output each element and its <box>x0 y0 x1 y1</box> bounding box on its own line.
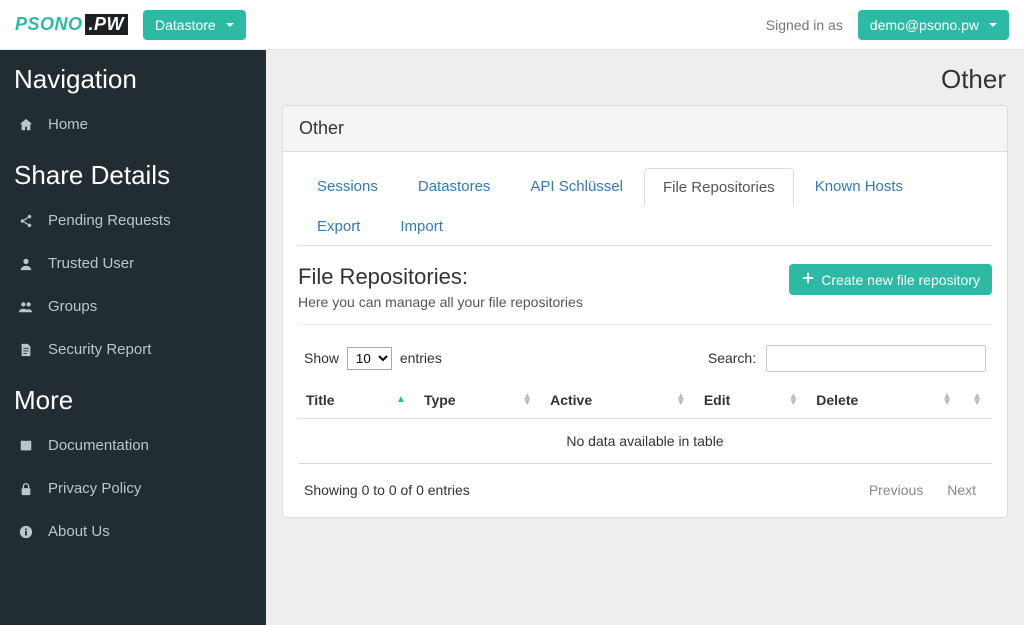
sort-icon: ▲▼ <box>972 394 982 406</box>
file-icon <box>18 343 34 357</box>
show-label: Show <box>304 350 339 366</box>
table-footer: Showing 0 to 0 of 0 entries Previous Nex… <box>298 464 992 502</box>
user-icon <box>18 257 34 271</box>
col-delete[interactable]: Delete ▲▼ <box>808 382 962 419</box>
sidebar-item-trusted-user[interactable]: Trusted User <box>0 242 266 285</box>
file-repositories-table: Title ▲ Type ▲▼ Active ▲▼ <box>298 382 992 464</box>
sidebar: Navigation Home Share Details Pending Re… <box>0 50 266 625</box>
col-type[interactable]: Type ▲▼ <box>416 382 542 419</box>
brand-part1: PSONO <box>15 14 83 35</box>
tab-api-keys[interactable]: API Schlüssel <box>511 167 642 205</box>
section-title: File Repositories: <box>298 264 583 290</box>
col-active[interactable]: Active ▲▼ <box>542 382 696 419</box>
panel-other: Other Sessions Datastores API Schlüssel … <box>282 105 1008 518</box>
sidebar-item-label: Trusted User <box>48 255 134 272</box>
sidebar-item-documentation[interactable]: Documentation <box>0 424 266 467</box>
sort-icon: ▲▼ <box>788 394 798 406</box>
tab-export[interactable]: Export <box>298 207 379 245</box>
caret-down-icon <box>226 23 234 27</box>
topbar: PSONO.PW Datastore Signed in as demo@pso… <box>0 0 1024 50</box>
sort-asc-icon: ▲ <box>396 397 406 403</box>
tabs: Sessions Datastores API Schlüssel File R… <box>298 167 992 246</box>
main-content: Other Other Sessions Datastores API Schl… <box>266 50 1024 625</box>
user-account-dropdown-button[interactable]: demo@psono.pw <box>858 10 1009 40</box>
page-next-button[interactable]: Next <box>937 478 986 502</box>
lock-icon <box>18 482 34 496</box>
section-header: File Repositories: Here you can manage a… <box>298 264 992 325</box>
info-icon <box>18 525 34 539</box>
table-search-control: Search: <box>708 345 986 372</box>
col-edit[interactable]: Edit ▲▼ <box>696 382 808 419</box>
table-row-empty: No data available in table <box>298 419 992 464</box>
col-extra: ▲▼ <box>962 382 992 419</box>
sidebar-item-label: Home <box>48 116 88 133</box>
sidebar-item-groups[interactable]: Groups <box>0 285 266 328</box>
create-button-label: Create new file repository <box>821 272 980 288</box>
sort-icon: ▲▼ <box>676 394 686 406</box>
users-icon <box>18 300 34 314</box>
section-subtitle: Here you can manage all your file reposi… <box>298 294 583 310</box>
table-controls: Show 10 entries Search: <box>298 345 992 382</box>
brand-logo[interactable]: PSONO.PW <box>15 14 128 35</box>
datastore-dropdown-button[interactable]: Datastore <box>143 10 246 40</box>
sort-icon: ▲▼ <box>942 394 952 406</box>
search-label: Search: <box>708 350 756 366</box>
home-icon <box>18 118 34 132</box>
table-search-input[interactable] <box>766 345 986 372</box>
create-file-repository-button[interactable]: Create new file repository <box>789 264 992 295</box>
signed-in-label: Signed in as <box>766 17 843 33</box>
sidebar-header-navigation: Navigation <box>0 50 266 103</box>
sidebar-item-about-us[interactable]: About Us <box>0 510 266 553</box>
sidebar-item-label: Documentation <box>48 437 149 454</box>
sidebar-item-label: About Us <box>48 523 110 540</box>
pagination: Previous Next <box>859 482 986 498</box>
sidebar-item-label: Privacy Policy <box>48 480 141 497</box>
tab-datastores[interactable]: Datastores <box>399 167 510 205</box>
table-info: Showing 0 to 0 of 0 entries <box>304 482 470 498</box>
plus-icon <box>801 271 815 288</box>
brand-part2: .PW <box>85 14 129 35</box>
user-email: demo@psono.pw <box>870 17 979 33</box>
sidebar-item-security-report[interactable]: Security Report <box>0 328 266 371</box>
caret-down-icon <box>989 23 997 27</box>
col-title[interactable]: Title ▲ <box>298 382 416 419</box>
sidebar-header-share: Share Details <box>0 146 266 199</box>
page-previous-button[interactable]: Previous <box>859 478 933 502</box>
empty-message: No data available in table <box>298 419 992 464</box>
tab-file-repositories[interactable]: File Repositories <box>644 168 794 206</box>
sidebar-item-home[interactable]: Home <box>0 103 266 146</box>
sort-icon: ▲▼ <box>522 394 532 406</box>
sidebar-item-label: Security Report <box>48 341 151 358</box>
sidebar-item-privacy-policy[interactable]: Privacy Policy <box>0 467 266 510</box>
sidebar-item-label: Groups <box>48 298 97 315</box>
sidebar-item-label: Pending Requests <box>48 212 171 229</box>
sidebar-header-more: More <box>0 371 266 424</box>
panel-heading: Other <box>283 106 1007 152</box>
page-title: Other <box>266 50 1024 105</box>
tab-import[interactable]: Import <box>381 207 462 245</box>
table-length-select[interactable]: 10 <box>347 347 392 370</box>
share-icon <box>18 214 34 228</box>
tab-sessions[interactable]: Sessions <box>298 167 397 205</box>
tab-known-hosts[interactable]: Known Hosts <box>796 167 922 205</box>
datastore-label: Datastore <box>155 17 216 33</box>
table-length-control: Show 10 entries <box>304 347 442 370</box>
book-icon <box>18 439 34 453</box>
entries-label: entries <box>400 350 442 366</box>
sidebar-item-pending-requests[interactable]: Pending Requests <box>0 199 266 242</box>
